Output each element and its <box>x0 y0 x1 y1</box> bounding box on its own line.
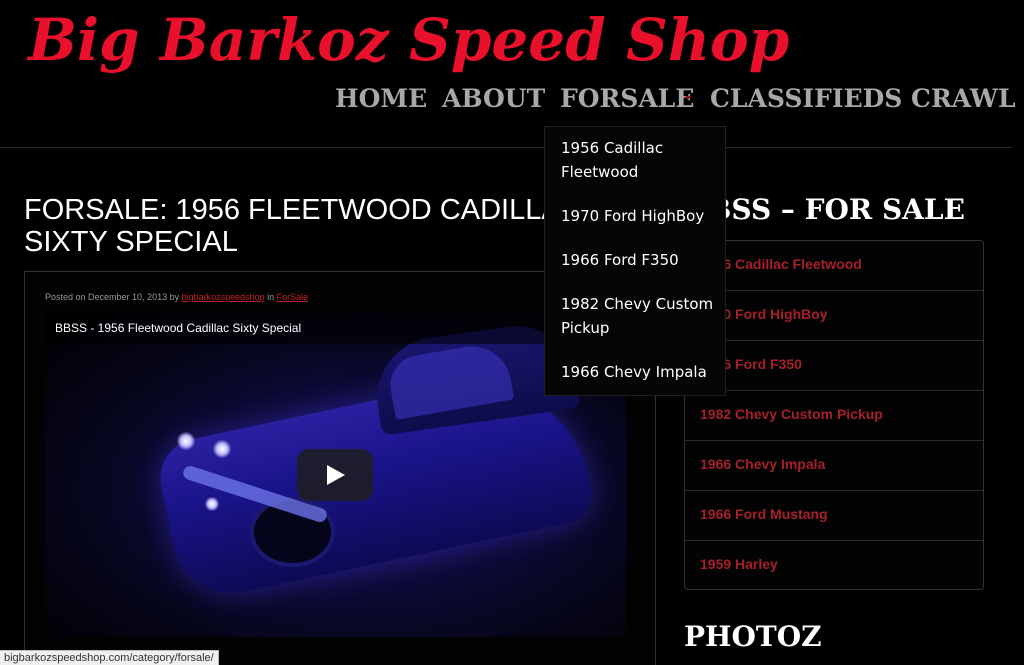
sidebar-link[interactable]: 1982 Chevy Custom Pickup <box>700 406 883 422</box>
forsale-dropdown-menu: 1956 Cadillac Fleetwood 1970 Ford HighBo… <box>544 126 726 396</box>
browser-status-bar: bigbarkozspeedshop.com/category/forsale/ <box>0 650 219 665</box>
video-player[interactable]: BBSS - 1956 Fleetwood Cadillac Sixty Spe… <box>45 312 626 637</box>
video-title[interactable]: BBSS - 1956 Fleetwood Cadillac Sixty Spe… <box>55 321 301 335</box>
nav-forsale[interactable]: FORSALE <box>560 84 694 113</box>
play-button-icon[interactable] <box>297 449 373 501</box>
sidebar-item[interactable]: 1970 Ford HighBoy <box>685 291 983 341</box>
photoz-heading: PHOTOZ <box>684 620 822 653</box>
nav-home[interactable]: HOME <box>335 84 427 113</box>
post-meta-in: in <box>264 292 277 302</box>
site-title[interactable]: Big Barkoz Speed Shop <box>28 6 789 74</box>
sidebar-link[interactable]: 1966 Chevy Impala <box>700 456 825 472</box>
post-date: Posted on December 10, 2013 by <box>45 292 182 302</box>
sidebar-item[interactable]: 1959 Harley <box>685 541 983 591</box>
headlight-glow <box>213 440 231 458</box>
sidebar-link[interactable]: 1959 Harley <box>700 556 778 572</box>
sidebar-link[interactable]: 1966 Ford Mustang <box>700 506 828 522</box>
sidebar-list: 1956 Cadillac Fleetwood 1970 Ford HighBo… <box>684 240 984 590</box>
dropdown-item-highboy[interactable]: 1970 Ford HighBoy <box>561 204 721 228</box>
sidebar-item[interactable]: 1982 Chevy Custom Pickup <box>685 391 983 441</box>
post-meta: Posted on December 10, 2013 by bigbarkoz… <box>45 292 308 302</box>
sidebar-item[interactable]: 1966 Chevy Impala <box>685 441 983 491</box>
header-divider <box>0 147 1012 148</box>
dropdown-item-impala[interactable]: 1966 Chevy Impala <box>561 360 721 384</box>
nav-about[interactable]: ABOUT <box>442 84 545 113</box>
dropdown-item-cadillac[interactable]: 1956 Cadillac Fleetwood <box>561 136 721 184</box>
sidebar-item[interactable]: 1966 Ford Mustang <box>685 491 983 541</box>
sidebar-title: BBSS – FOR SALE <box>684 193 965 226</box>
sidebar-item[interactable]: 1966 Ford F350 <box>685 341 983 391</box>
headlight-glow <box>205 497 219 511</box>
dropdown-item-f350[interactable]: 1966 Ford F350 <box>561 248 721 272</box>
video-titlebar: BBSS - 1956 Fleetwood Cadillac Sixty Spe… <box>45 312 626 344</box>
dropdown-item-chevy-pickup[interactable]: 1982 Chevy Custom Pickup <box>561 292 721 340</box>
sidebar-item[interactable]: 1956 Cadillac Fleetwood <box>685 241 983 291</box>
post-author-link[interactable]: bigbarkozspeedshop <box>182 292 265 302</box>
headlight-glow <box>177 432 195 450</box>
nav-classifieds-crawl[interactable]: CLASSIFIEDS CRAWL <box>710 84 1016 113</box>
dropdown-caret-icon <box>685 96 691 100</box>
post-category-link[interactable]: ForSale <box>277 292 309 302</box>
